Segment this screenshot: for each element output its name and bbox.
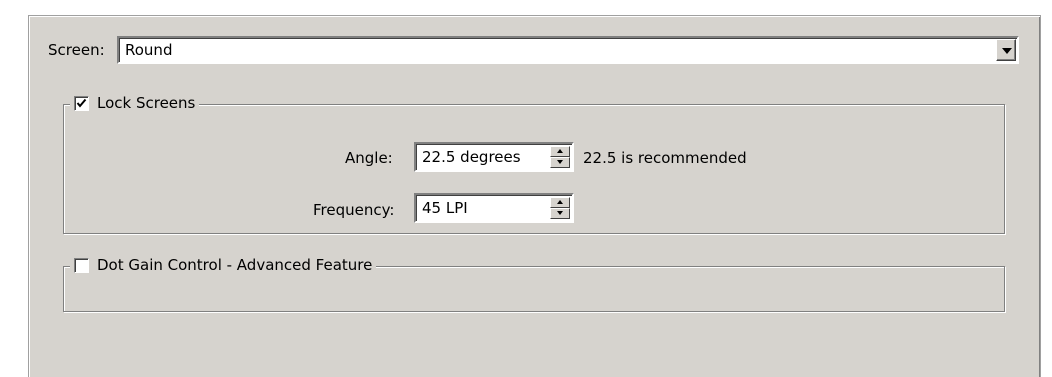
angle-increment-button[interactable] [550, 146, 570, 157]
angle-spinbox[interactable]: 22.5 degrees [414, 142, 574, 172]
screen-dropdown-value: Round [125, 41, 173, 59]
angle-hint: 22.5 is recommended [583, 149, 747, 167]
dot-gain-checkbox[interactable] [74, 257, 89, 273]
frequency-spin-buttons [550, 197, 570, 219]
frequency-increment-button[interactable] [550, 197, 570, 208]
angle-spin-buttons [550, 146, 570, 168]
checkmark-icon [76, 98, 87, 108]
angle-decrement-button[interactable] [550, 157, 570, 168]
lock-screens-checkbox[interactable] [74, 95, 89, 111]
angle-label: Angle: [345, 149, 393, 167]
arrow-down-icon [557, 160, 563, 164]
frequency-label: Frequency: [313, 201, 395, 219]
arrow-up-icon [557, 149, 563, 153]
dot-gain-legend: Dot Gain Control - Advanced Feature [70, 256, 377, 274]
screen-label: Screen: [48, 41, 105, 59]
screen-dropdown[interactable]: Round [117, 36, 1019, 64]
frequency-value: 45 LPI [422, 199, 468, 217]
angle-value: 22.5 degrees [422, 148, 521, 166]
arrow-down-icon [557, 211, 563, 215]
lock-screens-label: Lock Screens [97, 94, 196, 112]
chevron-down-icon [1002, 48, 1012, 54]
frequency-decrement-button[interactable] [550, 208, 570, 219]
dot-gain-label: Dot Gain Control - Advanced Feature [97, 256, 373, 274]
screen-dropdown-button[interactable] [996, 39, 1016, 61]
lock-screens-legend: Lock Screens [70, 94, 200, 112]
arrow-up-icon [557, 200, 563, 204]
frequency-spinbox[interactable]: 45 LPI [414, 193, 574, 223]
